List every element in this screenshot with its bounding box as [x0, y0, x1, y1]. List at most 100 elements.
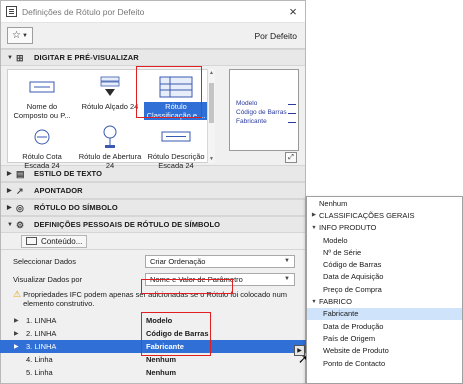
gallery-item[interactable]: Nome do Composto ou P...	[10, 72, 74, 120]
chevron-icon: ▶	[311, 212, 317, 219]
list-item[interactable]: ▶ 1. LINHA Modelo	[0, 314, 306, 327]
text-style-icon: ▤	[16, 168, 25, 179]
list-item[interactable]: 5. Linha Nenhum	[0, 366, 306, 379]
close-icon[interactable]: ×	[281, 4, 305, 19]
line-list: ▶ 1. LINHA Modelo ▶ 2. LINHA Código de B…	[0, 314, 306, 379]
gallery-scrollbar[interactable]: ▲ ▼	[207, 69, 215, 163]
menu-item-label: Ponto de Contacto	[323, 358, 386, 368]
menu-item[interactable]: Código de Barras	[307, 258, 462, 270]
section-title: DEFINIÇÕES PESSOAIS DE RÓTULO DE SÍMBOLO	[34, 220, 221, 229]
view-data-row: Visualizar Dados por Nome e Valor de Par…	[1, 270, 305, 288]
section-apontador[interactable]: ▶ ↗ APONTADOR	[1, 182, 305, 199]
scroll-thumb[interactable]	[209, 83, 214, 123]
label-preview: Modelo Código de Barras Fabricante	[229, 69, 299, 151]
default-label: Por Defeito	[254, 30, 297, 41]
menu-list: Nenhum ▶ CLASSIFICAÇÕES GERAIS ▼ INFO PRODUT…	[307, 197, 462, 369]
menu-item[interactable]: Modelo	[307, 234, 462, 246]
menu-item-label: Preço de Compra	[323, 284, 382, 294]
gallery-item-label: Rótulo Cota Escada 24	[22, 152, 62, 170]
line-value: Modelo	[146, 316, 173, 325]
label-tag-icon	[10, 72, 74, 102]
dialog-toolbar: ☆ ▼ Por Defeito	[1, 23, 305, 49]
menu-item[interactable]: Data de Produção	[307, 320, 462, 332]
menu-item-label: Modelo	[323, 235, 348, 245]
preview-line: Modelo	[236, 100, 258, 107]
elevation-label-icon	[78, 72, 142, 102]
menu-item[interactable]: Nenhum	[307, 197, 462, 209]
warning-icon: ⚠	[13, 289, 22, 299]
menu-item[interactable]: Fabricante	[307, 307, 462, 320]
gallery-item-label: Rótulo de Abertura 24	[78, 152, 142, 170]
menu-item[interactable]: País de Origem	[307, 332, 462, 344]
list-item-selected[interactable]: ▶ 3. LINHA Fabricante	[0, 340, 306, 353]
section-simbolo[interactable]: ▶ ◎ RÓTULO DO SÍMBOLO	[1, 199, 305, 216]
select-data-label: Seleccionar Dados	[13, 256, 76, 266]
menu-item-label: Nº de Série	[323, 247, 362, 257]
menu-item-label: Nenhum	[319, 198, 348, 208]
collapse-icon: ▶	[14, 318, 19, 324]
window-title: Definições de Rótulo por Defeito	[22, 6, 145, 17]
preview-dash	[288, 122, 296, 123]
select-data-dropdown[interactable]: Criar Ordenação ▼	[145, 254, 295, 268]
section-title: DIGITAR E PRÉ-VISUALIZAR	[34, 53, 139, 62]
scroll-down-icon[interactable]: ▼	[209, 156, 214, 162]
warning-text: Propriedades IFC podem apenas ser adicio…	[23, 290, 287, 308]
expand-icon: ▼	[7, 54, 14, 61]
list-item[interactable]: 4. Linha Nenhum	[0, 353, 306, 366]
gallery-item[interactable]: Rótulo Cota Escada 24	[10, 122, 74, 170]
stair-description-icon	[144, 122, 208, 152]
favorites-button[interactable]: ☆ ▼	[7, 27, 33, 44]
section-title: ESTILO DE TEXTO	[34, 169, 103, 178]
section-title: RÓTULO DO SÍMBOLO	[34, 203, 118, 212]
preview-area: Nome do Composto ou P... Rótulo Alçado 2…	[1, 66, 305, 170]
menu-item-label: Website de Produto	[323, 346, 389, 356]
gallery-item[interactable]: Rótulo Classificação e ...	[144, 72, 208, 120]
scroll-up-icon[interactable]: ▲	[209, 70, 214, 76]
section-digitar[interactable]: ▼ ⊞ DIGITAR E PRÉ-VISUALIZAR	[1, 49, 305, 66]
expand-icon: ▼	[7, 221, 14, 228]
menu-item-label: Código de Barras	[323, 260, 382, 270]
gallery-item[interactable]: Rótulo Alçado 24	[78, 72, 142, 111]
menu-item-label: INFO PRODUTO	[319, 223, 377, 233]
menu-item[interactable]: Nº de Série	[307, 246, 462, 258]
menu-item[interactable]: ▼ FABRICO	[307, 295, 462, 307]
pointer-icon: ↗	[16, 185, 24, 196]
menu-item[interactable]: Website de Produto	[307, 345, 462, 357]
section-definicoes[interactable]: ▼ ⚙ DEFINIÇÕES PESSOAIS DE RÓTULO DE SÍM…	[1, 216, 305, 233]
line-label: 3. LINHA	[26, 342, 57, 351]
custom-settings-icon: ⚙	[16, 219, 25, 230]
line-value: Código de Barras	[146, 329, 209, 338]
menu-item[interactable]: Data de Aquisição	[307, 271, 462, 283]
content-button-label: Conteúdo...	[41, 236, 83, 246]
zoom-preview-button[interactable]: ⤢	[285, 152, 297, 163]
menu-item[interactable]: ▶ CLASSIFICAÇÕES GERAIS	[307, 209, 462, 221]
menu-item[interactable]: Ponto de Contacto	[307, 357, 462, 369]
chevron-icon: ▼	[311, 298, 317, 305]
menu-item-label: Fabricante	[323, 309, 359, 319]
line-value: Nenhum	[146, 355, 176, 364]
view-data-dropdown[interactable]: Nome e Valor de Parâmetro ▼	[145, 272, 295, 286]
line-value: Nenhum	[146, 368, 176, 377]
gallery-item-label: Nome do Composto ou P...	[13, 102, 71, 120]
menu-item-label: País de Origem	[323, 333, 376, 343]
view-data-value: Nome e Valor de Parâmetro	[150, 274, 243, 284]
line-label: 1. LINHA	[26, 316, 57, 325]
gallery-item[interactable]: Rótulo Descrição Escada 24	[144, 122, 208, 170]
gallery-item[interactable]: Rótulo de Abertura 24	[78, 122, 142, 170]
collapse-icon: ▶	[7, 171, 12, 177]
line-label: 2. LINHA	[26, 329, 57, 338]
symbol-icon: ◎	[16, 202, 24, 213]
list-item[interactable]: ▶ 2. LINHA Código de Barras	[0, 327, 306, 340]
menu-item[interactable]: Preço de Compra	[307, 283, 462, 295]
menu-item[interactable]: ▼ INFO PRODUTO	[307, 222, 462, 234]
chevron-down-icon: ▼	[284, 258, 290, 264]
preview-line: Código de Barras	[236, 109, 287, 116]
line-label: 5. Linha	[26, 368, 53, 377]
chevron-down-icon: ▼	[22, 32, 28, 39]
label-gallery: Nome do Composto ou P... Rótulo Alçado 2…	[7, 69, 215, 170]
star-icon: ☆	[12, 30, 21, 41]
content-button[interactable]: Conteúdo...	[21, 234, 88, 248]
preview-dash	[288, 104, 296, 105]
app-icon	[6, 6, 17, 17]
menu-item-label: Data de Produção	[323, 321, 384, 331]
